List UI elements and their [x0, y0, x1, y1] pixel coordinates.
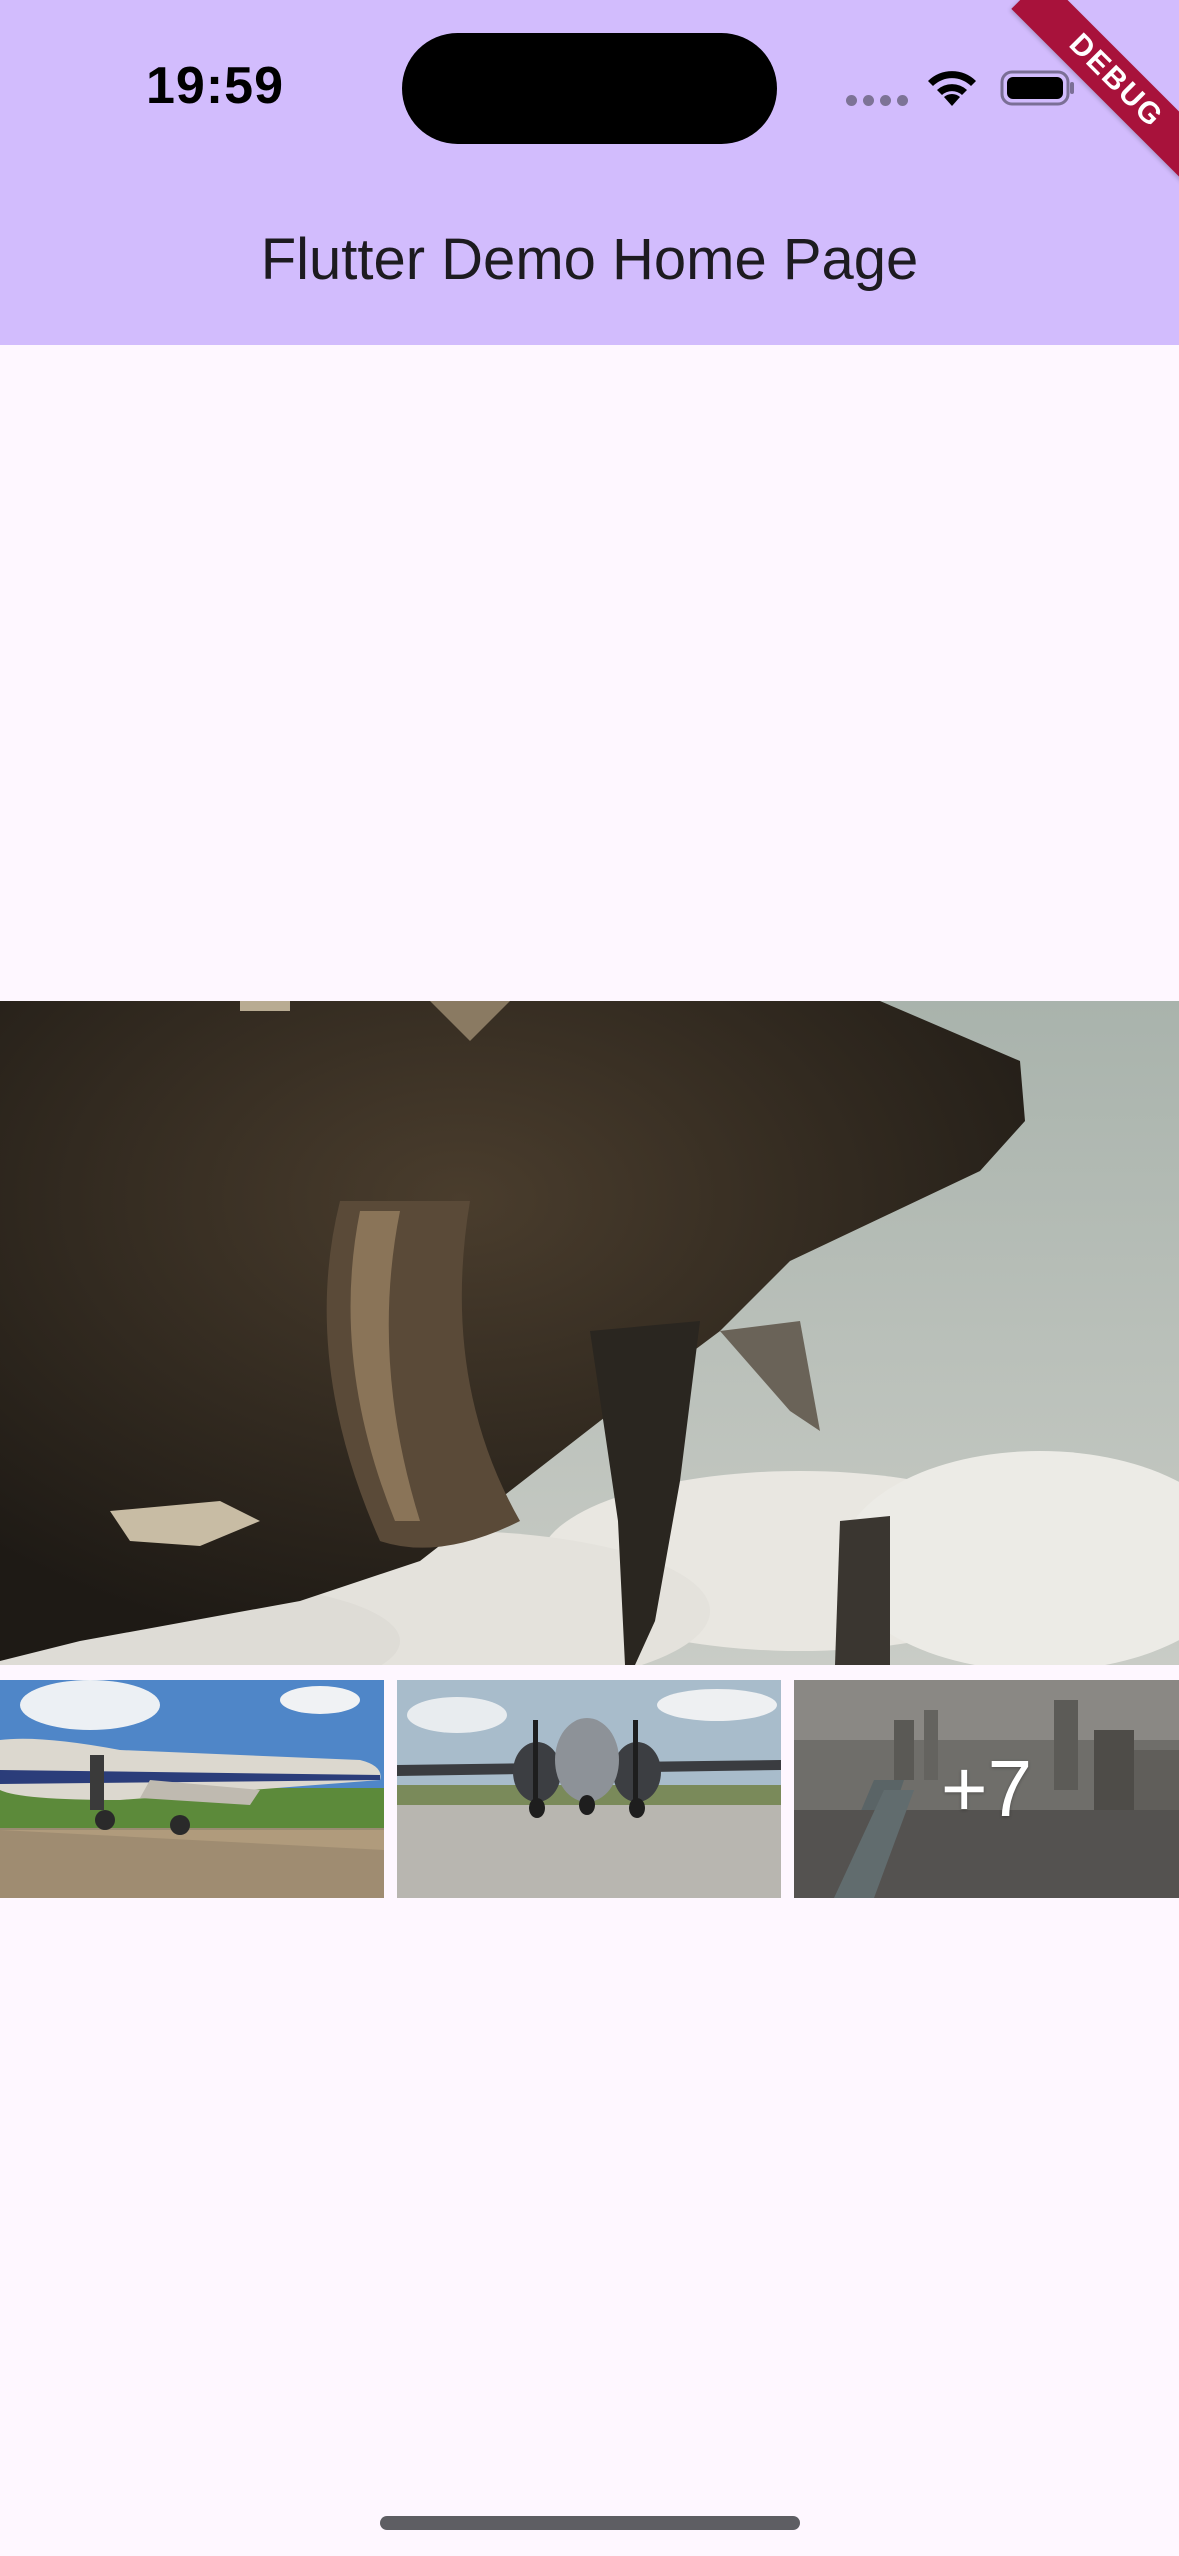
- thumbnail-strip: +7: [0, 1680, 1179, 1900]
- battery-icon: [1000, 70, 1074, 106]
- city-river-image[interactable]: +7: [794, 1680, 1179, 1898]
- page-title: Flutter Demo Home Page: [260, 227, 919, 292]
- status-time: 19:59: [146, 57, 284, 115]
- app-bar: 19:59 DEBUG Flutter Demo Home Page: [0, 0, 1179, 345]
- dynamic-island: [402, 33, 777, 144]
- vintage-airliner-image[interactable]: [0, 1680, 384, 1898]
- propeller-closeup-image[interactable]: [0, 1001, 1179, 1665]
- wifi-icon: [928, 71, 976, 106]
- cellular-dots-icon: [846, 95, 908, 106]
- twin-engine-bomber-image[interactable]: [397, 1680, 781, 1898]
- more-count-label: +7: [940, 1744, 1033, 1833]
- home-indicator[interactable]: [380, 2516, 800, 2530]
